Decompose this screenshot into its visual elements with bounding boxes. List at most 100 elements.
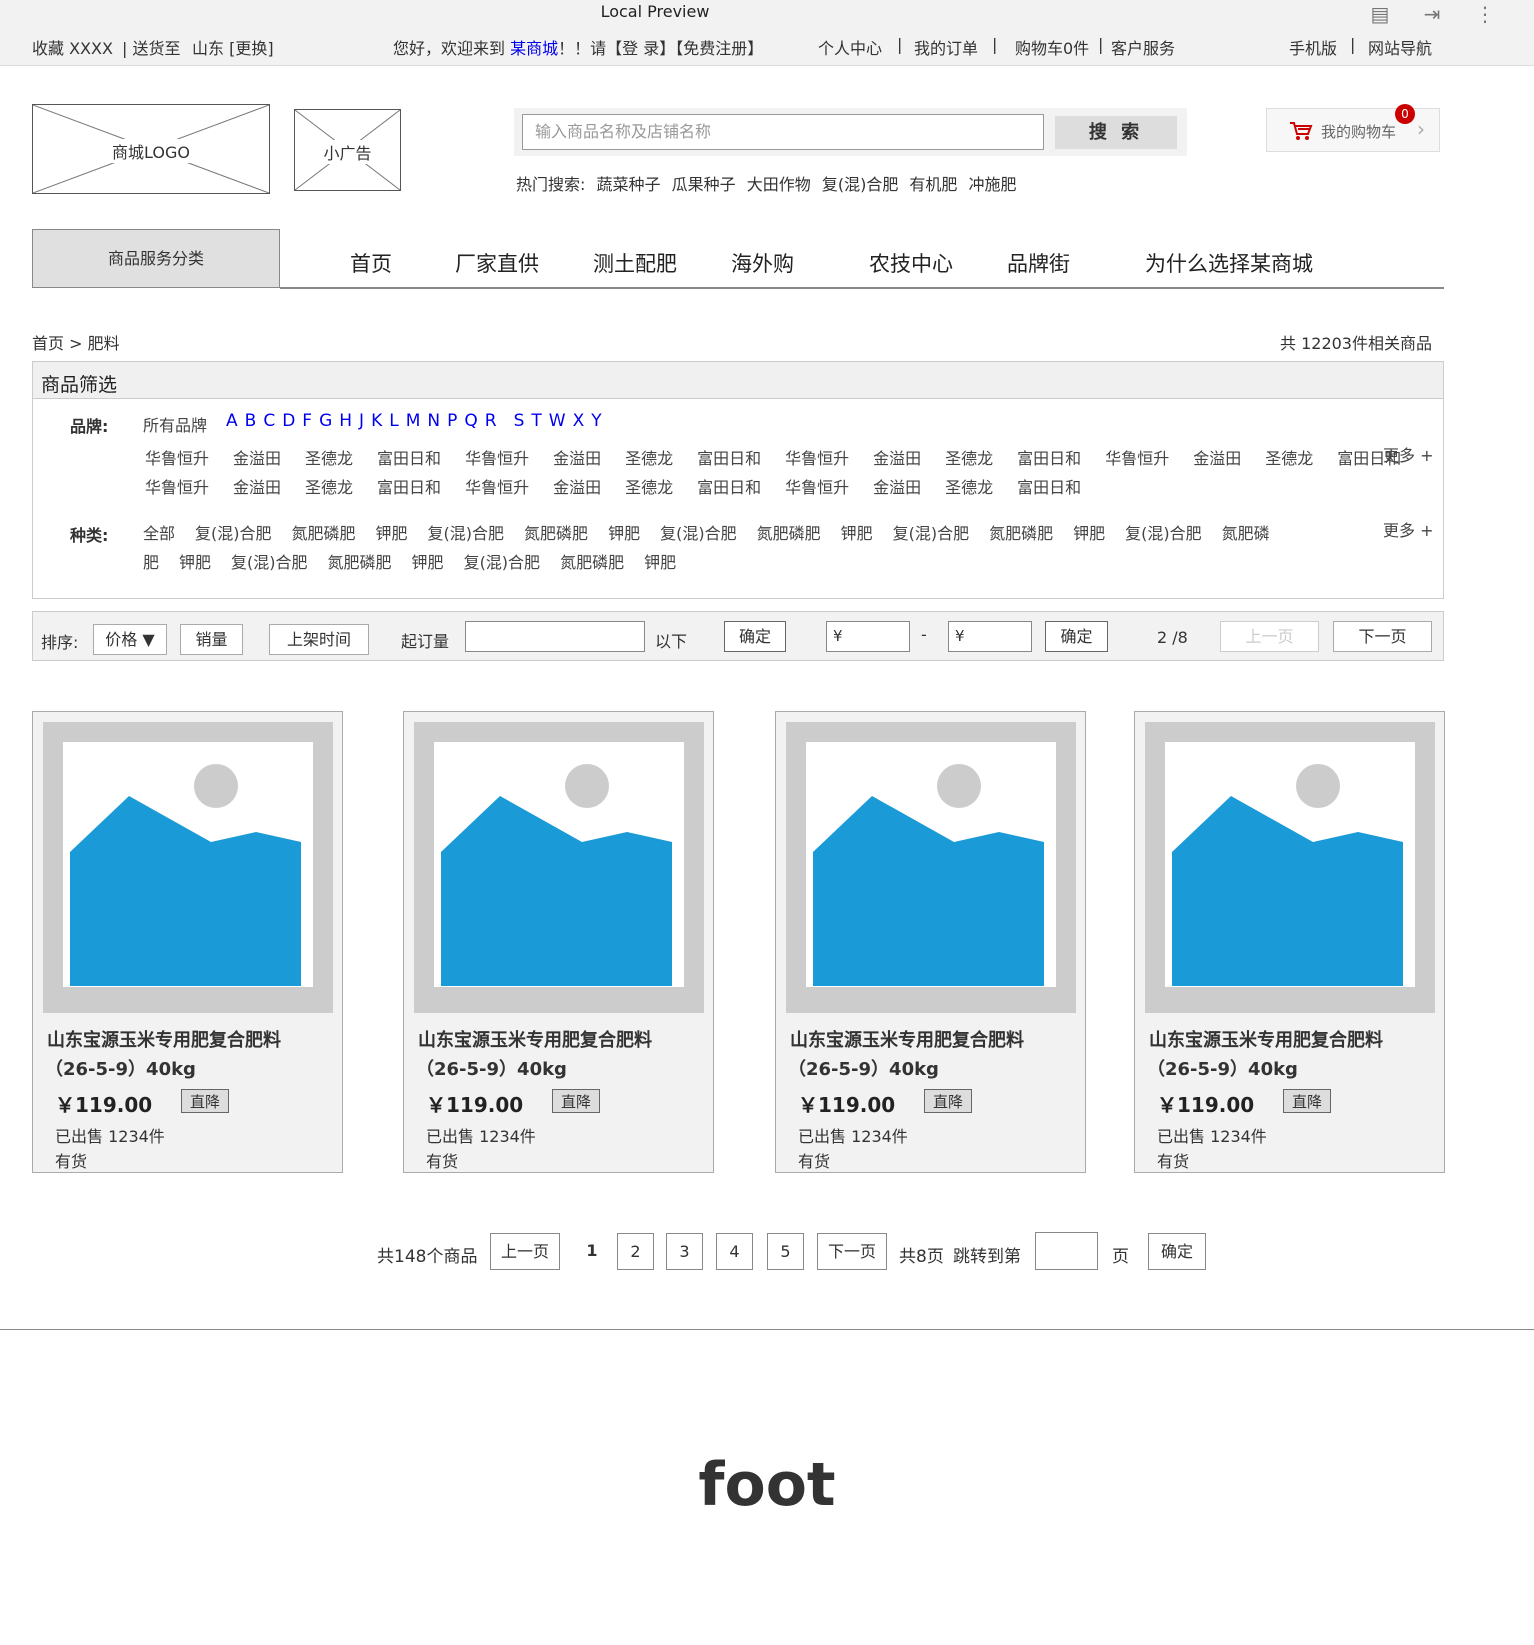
- brand-letter-link[interactable]: N: [427, 411, 440, 431]
- product-title[interactable]: 山东宝源玉米专用肥复合肥料: [1149, 1026, 1383, 1055]
- export-icon[interactable]: ⇥: [1420, 2, 1444, 26]
- more-menu-icon[interactable]: ⋮: [1473, 2, 1497, 26]
- brand-link[interactable]: 圣德龙: [1265, 445, 1313, 469]
- sort-time-button[interactable]: 上架时间: [269, 624, 369, 655]
- nav-item-home[interactable]: 首页: [350, 248, 392, 278]
- cart-count-link[interactable]: 购物车0件: [1015, 35, 1089, 59]
- region-switch-link[interactable]: 山东 [更换]: [192, 35, 274, 59]
- nav-item-brand-street[interactable]: 品牌街: [1007, 248, 1070, 278]
- brand-letter-link[interactable]: A: [226, 411, 238, 431]
- brand-link[interactable]: 华鲁恒升: [785, 445, 849, 469]
- product-image[interactable]: [434, 742, 684, 987]
- type-link[interactable]: 氮肥磷肥: [989, 520, 1053, 544]
- brand-link[interactable]: 金溢田: [233, 445, 281, 469]
- brand-letter-link[interactable]: D: [282, 411, 295, 431]
- category-menu-button[interactable]: 商品服务分类: [32, 229, 280, 288]
- type-link[interactable]: 复(混)合肥: [464, 549, 541, 573]
- brand-letter-link[interactable]: Q: [464, 411, 477, 431]
- brand-link[interactable]: 圣德龙: [305, 474, 353, 498]
- hot-term[interactable]: 复(混)合肥: [822, 175, 899, 194]
- customer-service-link[interactable]: 客户服务: [1111, 35, 1175, 59]
- brand-letter-link[interactable]: W: [549, 411, 566, 431]
- pager-page[interactable]: 5: [767, 1233, 804, 1270]
- pager-page[interactable]: 4: [716, 1233, 753, 1270]
- type-link[interactable]: 复(混)合肥: [231, 549, 308, 573]
- brand-link[interactable]: 华鲁恒升: [465, 474, 529, 498]
- product-title[interactable]: 山东宝源玉米专用肥复合肥料: [790, 1026, 1024, 1055]
- product-card[interactable]: 山东宝源玉米专用肥复合肥料 （26-5-9）40kg ￥119.00 直降 已出售 12…: [403, 711, 714, 1173]
- product-title[interactable]: 山东宝源玉米专用肥复合肥料: [418, 1026, 652, 1055]
- min-order-input[interactable]: [465, 621, 645, 652]
- hot-term[interactable]: 冲施肥: [969, 175, 1017, 194]
- brand-link[interactable]: 圣德龙: [625, 445, 673, 469]
- brand-letter-link[interactable]: G: [319, 411, 332, 431]
- type-link[interactable]: 复(混)合肥: [195, 520, 272, 544]
- type-link[interactable]: 氮肥磷肥: [560, 549, 624, 573]
- brand-link[interactable]: 圣德龙: [945, 445, 993, 469]
- brand-link[interactable]: 富田日和: [697, 474, 761, 498]
- type-link[interactable]: 钾肥: [179, 549, 211, 573]
- type-link[interactable]: 钾肥: [644, 549, 676, 573]
- type-link[interactable]: 肥: [143, 549, 159, 573]
- product-card[interactable]: 山东宝源玉米专用肥复合肥料 （26-5-9）40kg ￥119.00 直降 已出售 12…: [1134, 711, 1445, 1173]
- product-title[interactable]: 山东宝源玉米专用肥复合肥料: [47, 1026, 281, 1055]
- hot-term[interactable]: 有机肥: [909, 175, 957, 194]
- brand-letter-link[interactable]: M: [406, 411, 421, 431]
- search-button[interactable]: 搜 索: [1055, 116, 1177, 149]
- sort-sales-button[interactable]: 销量: [180, 624, 243, 655]
- brand-link[interactable]: 华鲁恒升: [465, 445, 529, 469]
- favorite-link[interactable]: 收藏 XXXX: [32, 35, 113, 59]
- brand-letter-link[interactable]: C: [263, 411, 275, 431]
- next-page-button[interactable]: 下一页: [1333, 621, 1432, 652]
- brand-letter-link[interactable]: Y: [591, 411, 601, 431]
- site-nav-link[interactable]: 网站导航: [1368, 35, 1432, 59]
- type-link[interactable]: 钾肥: [841, 520, 873, 544]
- brand-letter-link[interactable]: P: [447, 411, 457, 431]
- personal-center-link[interactable]: 个人中心: [818, 35, 882, 59]
- brand-link[interactable]: 富田日和: [1017, 474, 1081, 498]
- brand-link[interactable]: 华鲁恒升: [145, 474, 209, 498]
- brand-letter-link[interactable]: S: [514, 411, 525, 431]
- product-image[interactable]: [1165, 742, 1415, 987]
- hot-term[interactable]: 蔬菜种子: [597, 175, 661, 194]
- brand-link[interactable]: 华鲁恒升: [1105, 445, 1169, 469]
- product-card[interactable]: 山东宝源玉米专用肥复合肥料 （26-5-9）40kg ￥119.00 直降 已出售 12…: [775, 711, 1086, 1173]
- all-brands-link[interactable]: 所有品牌: [143, 412, 207, 436]
- type-link[interactable]: 复(混)合肥: [893, 520, 970, 544]
- type-link[interactable]: 钾肥: [608, 520, 640, 544]
- prev-page-button[interactable]: 上一页: [1220, 621, 1319, 652]
- brand-link[interactable]: 金溢田: [553, 445, 601, 469]
- brand-link[interactable]: 金溢田: [873, 445, 921, 469]
- type-link[interactable]: 钾肥: [412, 549, 444, 573]
- type-link[interactable]: 钾肥: [376, 520, 408, 544]
- brand-link[interactable]: 圣德龙: [945, 474, 993, 498]
- brand-more-link[interactable]: 更多 +: [1383, 442, 1434, 466]
- brand-link[interactable]: 圣德龙: [305, 445, 353, 469]
- jump-confirm-button[interactable]: 确定: [1148, 1233, 1206, 1270]
- brand-link[interactable]: 华鲁恒升: [785, 474, 849, 498]
- nav-item-overseas[interactable]: 海外购: [731, 248, 794, 278]
- sort-price-button[interactable]: 价格 ▼: [93, 624, 167, 655]
- product-image[interactable]: [806, 742, 1056, 987]
- brand-link[interactable]: 富田日和: [377, 474, 441, 498]
- mall-logo[interactable]: 商城LOGO: [32, 104, 270, 194]
- brand-letter-link[interactable]: H: [339, 411, 352, 431]
- type-link[interactable]: 全部: [143, 520, 175, 544]
- my-orders-link[interactable]: 我的订单: [914, 35, 978, 59]
- brand-link[interactable]: 金溢田: [873, 474, 921, 498]
- type-link[interactable]: 氮肥磷肥: [292, 520, 356, 544]
- type-link[interactable]: 氮肥磷肥: [757, 520, 821, 544]
- type-link[interactable]: 复(混)合肥: [428, 520, 505, 544]
- breadcrumb[interactable]: 首页 > 肥料: [32, 330, 120, 354]
- mall-name-link[interactable]: 某商城: [510, 39, 558, 58]
- pager-page-current[interactable]: 1: [574, 1233, 610, 1270]
- my-cart-button[interactable]: 我的购物车 0 ›: [1266, 104, 1440, 152]
- mobile-version-link[interactable]: 手机版: [1289, 35, 1337, 59]
- brand-letter-link[interactable]: R: [485, 411, 497, 431]
- type-link[interactable]: 氮肥磷肥: [328, 549, 392, 573]
- login-register-links[interactable]: ！！请【登 录】【免费注册】: [558, 39, 763, 58]
- nav-item-agri-tech[interactable]: 农技中心: [869, 248, 953, 278]
- brand-letter-link[interactable]: X: [573, 411, 585, 431]
- search-input[interactable]: 输入商品名称及店铺名称: [522, 114, 1044, 150]
- hot-term[interactable]: 大田作物: [747, 175, 811, 194]
